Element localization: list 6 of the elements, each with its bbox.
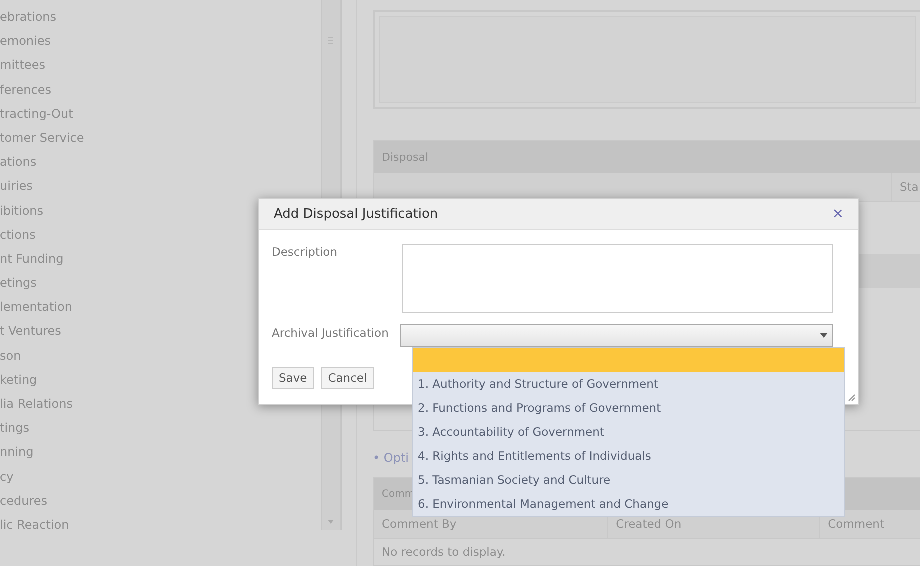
- field-label: Archival Justification: [272, 325, 390, 342]
- column-header: Comment By: [381, 516, 458, 534]
- empty-message: No records to display.: [381, 544, 507, 562]
- field-label: Description: [272, 244, 338, 261]
- dialog-title: Add Disposal Justification: [274, 206, 438, 222]
- column-header: Sta: [891, 172, 920, 201]
